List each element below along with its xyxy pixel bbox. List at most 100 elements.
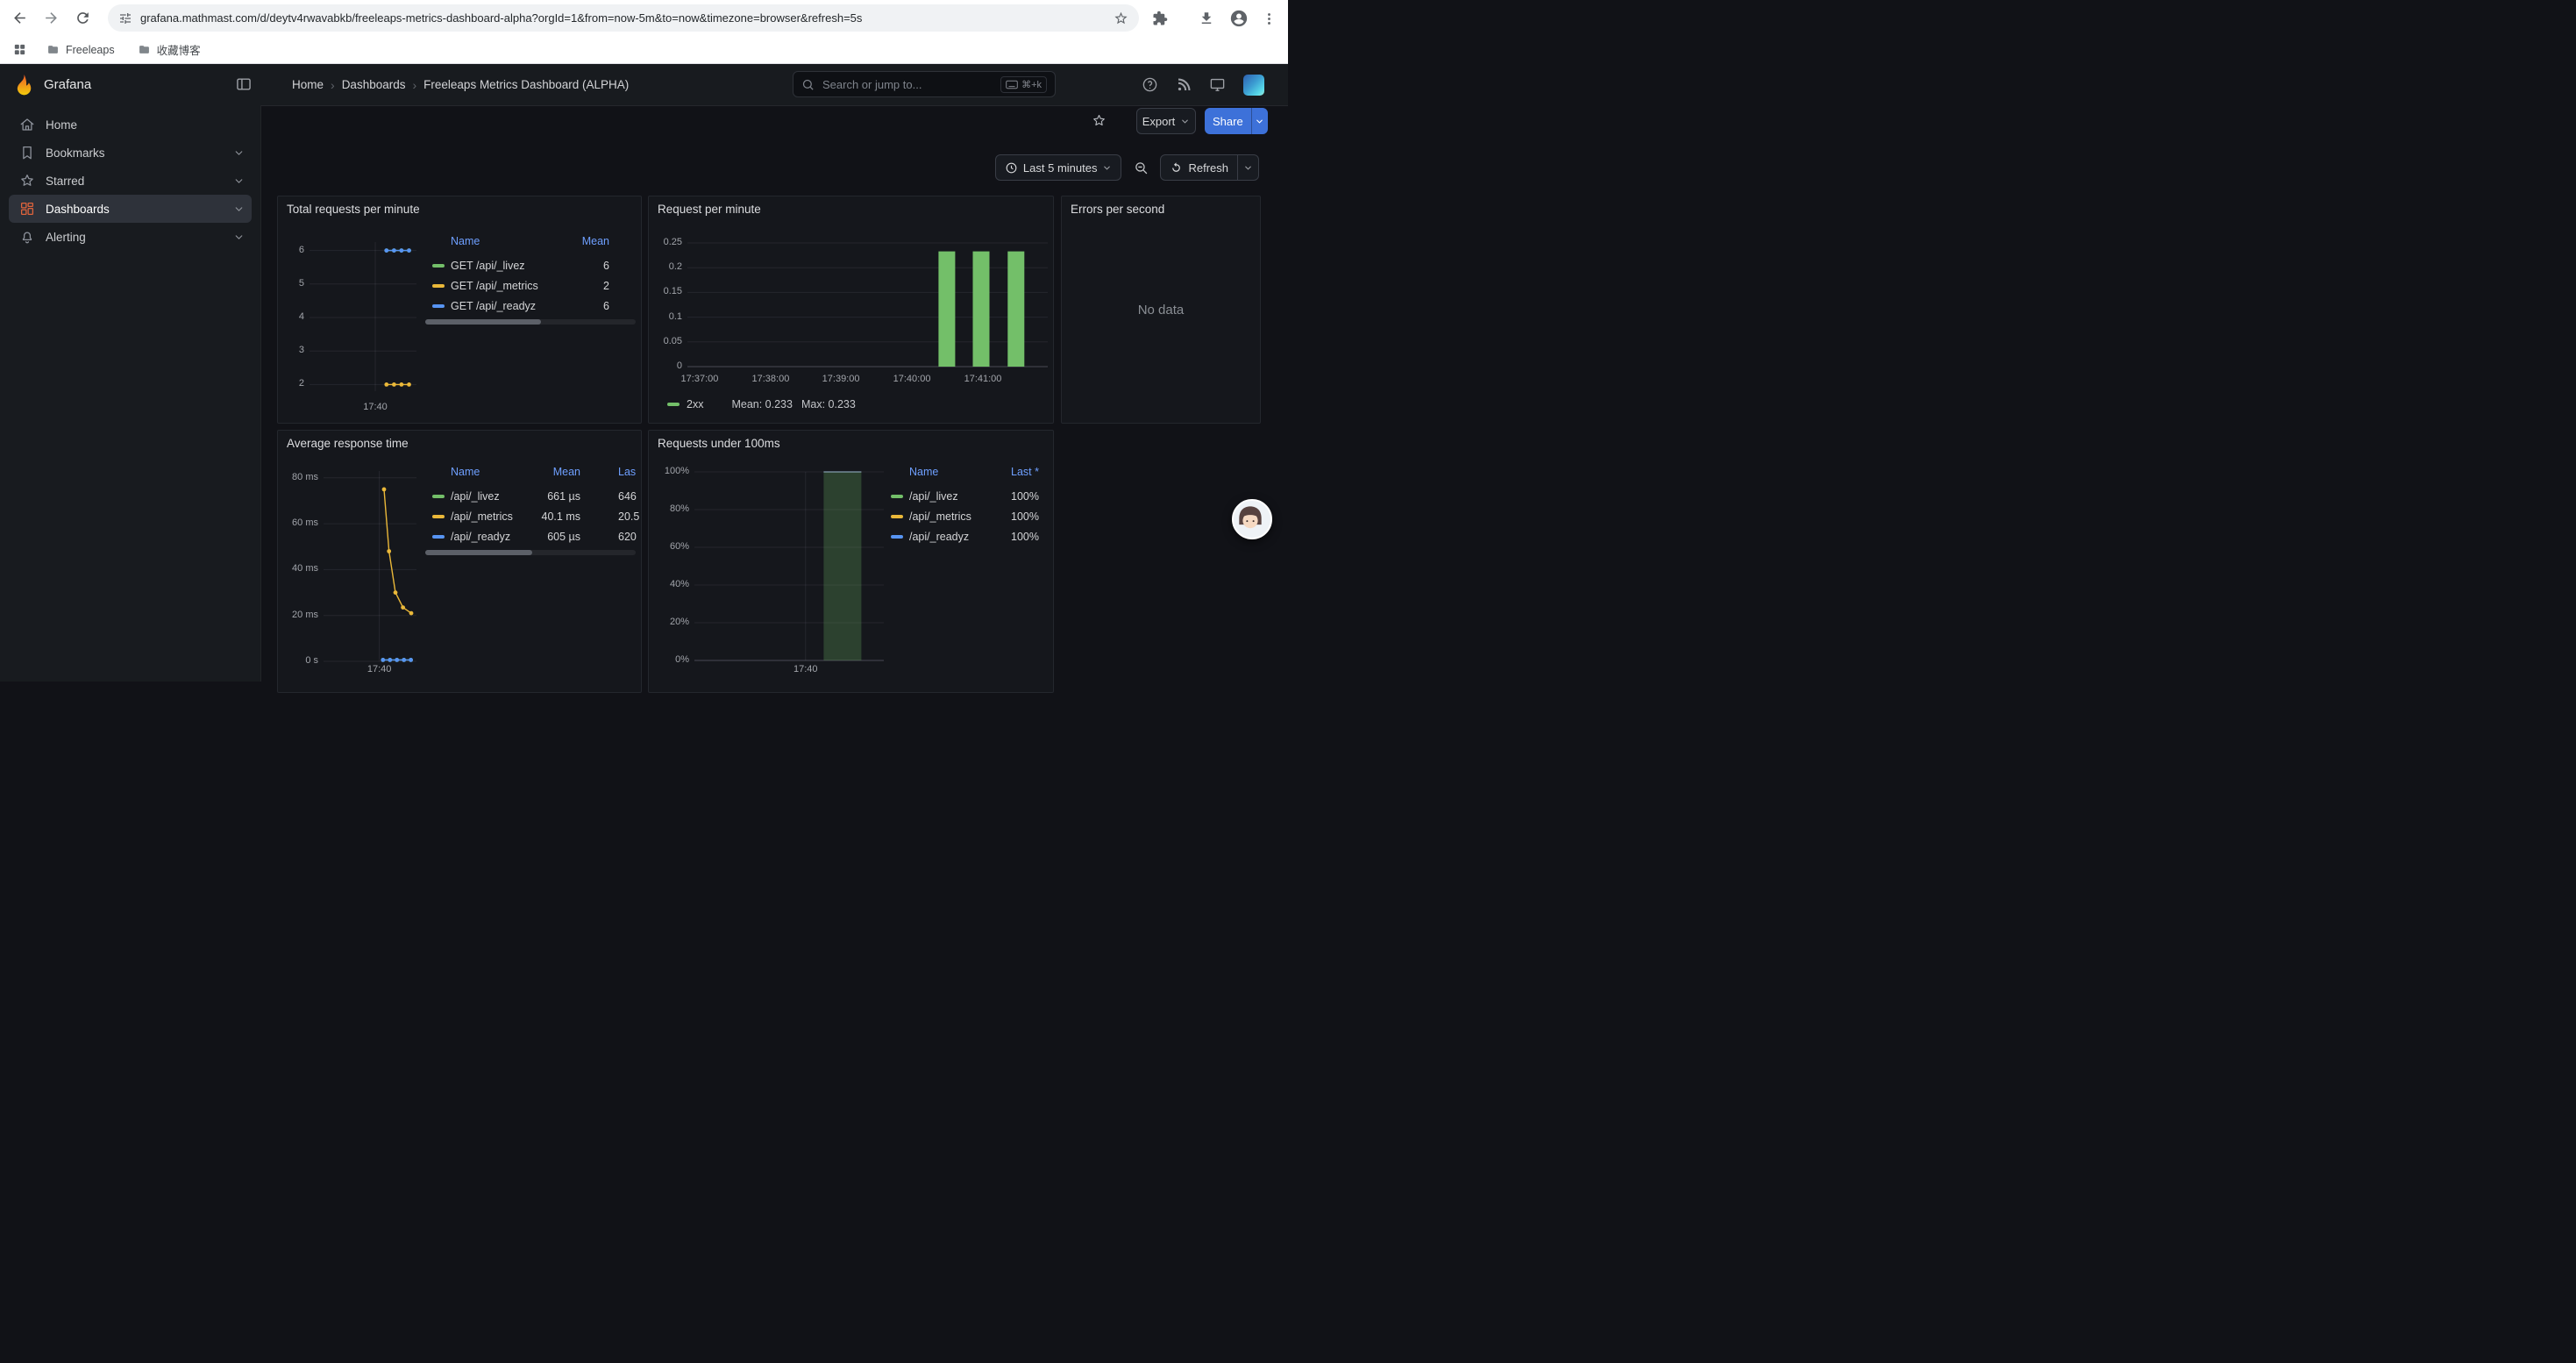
help-icon[interactable] bbox=[1142, 76, 1158, 93]
chevron-down-icon[interactable] bbox=[233, 232, 245, 243]
legend-value[interactable]: 6 bbox=[603, 296, 609, 316]
legend-series-name[interactable]: /api/_livez bbox=[451, 487, 500, 506]
url-bar[interactable]: grafana.mathmast.com/d/deytv4rwavabkb/fr… bbox=[108, 4, 1139, 32]
share-menu-caret[interactable] bbox=[1251, 108, 1268, 134]
floating-assistant-avatar[interactable] bbox=[1232, 499, 1272, 539]
legend-column-header[interactable]: Las bbox=[618, 462, 636, 482]
legend-series-name[interactable]: GET /api/_metrics bbox=[451, 276, 538, 296]
legend-series-name[interactable]: /api/_readyz bbox=[909, 527, 969, 546]
legend-value[interactable]: 20.5 m bbox=[618, 507, 642, 526]
search-box[interactable]: ⌘+k bbox=[793, 71, 1056, 97]
legend-value[interactable]: 6 bbox=[603, 256, 609, 275]
clock-icon bbox=[1005, 161, 1018, 175]
reload-icon bbox=[75, 10, 91, 26]
sidebar-item-label: Alerting bbox=[46, 231, 86, 244]
rss-icon[interactable] bbox=[1176, 77, 1192, 93]
grafana-logo-icon[interactable] bbox=[12, 73, 36, 96]
legend-column-header[interactable]: Mean bbox=[582, 232, 609, 251]
zoom-out-button[interactable] bbox=[1128, 155, 1153, 180]
sidebar-item-dashboards[interactable]: Dashboards bbox=[9, 195, 252, 223]
legend-value[interactable]: 100% bbox=[1011, 527, 1039, 546]
scrollbar-thumb[interactable] bbox=[425, 319, 541, 325]
scrollbar-thumb[interactable] bbox=[425, 550, 532, 555]
sidebar-item-starred[interactable]: Starred bbox=[9, 167, 252, 195]
legend-series-name[interactable]: GET /api/_livez bbox=[451, 256, 525, 275]
browser-menu-kebab-icon[interactable] bbox=[1260, 7, 1277, 30]
legend-value[interactable]: 100% bbox=[1011, 487, 1039, 506]
search-input[interactable] bbox=[821, 77, 994, 92]
panel-title[interactable]: Requests under 100ms bbox=[658, 437, 780, 450]
bookmark-label: Freeleaps bbox=[66, 44, 115, 56]
downloads-icon[interactable] bbox=[1195, 7, 1218, 30]
legend-series-name[interactable]: /api/_metrics bbox=[909, 507, 971, 526]
y-axis-tick-label: 2 bbox=[277, 378, 304, 389]
time-range-picker[interactable]: Last 5 minutes bbox=[995, 154, 1122, 181]
favorite-star-icon[interactable] bbox=[1092, 113, 1107, 128]
chevron-down-icon[interactable] bbox=[233, 175, 245, 187]
y-axis-tick-label: 0.15 bbox=[648, 286, 682, 296]
breadcrumb-item[interactable]: Home bbox=[292, 78, 324, 91]
legend-row: /api/_readyz 100% bbox=[884, 527, 1042, 546]
legend-column-header[interactable]: Name bbox=[451, 232, 480, 251]
legend-value[interactable]: 646 bbox=[618, 487, 637, 506]
share-button[interactable]: Share bbox=[1205, 108, 1251, 134]
sidebar-item-bookmarks[interactable]: Bookmarks bbox=[9, 139, 252, 167]
panel-title[interactable]: Request per minute bbox=[658, 203, 761, 216]
refresh-interval-caret[interactable] bbox=[1237, 155, 1258, 180]
legend-series-name[interactable]: /api/_readyz bbox=[451, 527, 510, 546]
url-text[interactable]: grafana.mathmast.com/d/deytv4rwavabkb/fr… bbox=[140, 11, 1114, 25]
profile-avatar[interactable] bbox=[1228, 7, 1250, 30]
legend-series-name[interactable]: /api/_livez bbox=[909, 487, 958, 506]
legend-value[interactable]: 620 bbox=[618, 527, 637, 546]
legend-column-header[interactable]: Name bbox=[909, 462, 938, 482]
chevron-down-icon[interactable] bbox=[233, 147, 245, 159]
series-color-marker bbox=[432, 535, 445, 539]
user-avatar[interactable] bbox=[1243, 75, 1264, 96]
sidebar-item-home[interactable]: Home bbox=[9, 111, 252, 139]
legend-value[interactable]: 2 bbox=[603, 276, 609, 296]
y-axis-tick-label: 4 bbox=[277, 311, 304, 322]
sidebar-item-alerting[interactable]: Alerting bbox=[9, 223, 252, 251]
legend-column-header[interactable]: Name bbox=[451, 462, 480, 482]
legend-value[interactable]: 100% bbox=[1011, 507, 1039, 526]
bookmark-label: 收藏博客 bbox=[157, 41, 201, 58]
forward-button[interactable] bbox=[39, 6, 63, 30]
legend-row: GET /api/_livez 6 bbox=[425, 256, 636, 275]
site-settings-icon[interactable] bbox=[118, 11, 132, 25]
legend-scrollbar[interactable] bbox=[425, 319, 636, 325]
back-button[interactable] bbox=[8, 6, 32, 30]
legend-series-name[interactable]: /api/_metrics bbox=[451, 507, 513, 526]
breadcrumb-item[interactable]: Dashboards bbox=[342, 78, 406, 91]
legend-column-header[interactable]: Last * bbox=[1011, 462, 1039, 482]
refresh-label[interactable]: Refresh bbox=[1188, 161, 1228, 175]
y-axis-tick-label: 0.2 bbox=[648, 261, 682, 272]
apps-grid-icon[interactable] bbox=[12, 42, 27, 57]
legend-value[interactable]: 40.1 ms bbox=[542, 507, 580, 526]
legend: Name Mean GET /api/_livez 6 GET /api/_metric… bbox=[425, 232, 636, 363]
legend-value[interactable]: 605 µs bbox=[547, 527, 580, 546]
panel-title[interactable]: Average response time bbox=[287, 437, 409, 450]
toggle-sidebar-icon[interactable] bbox=[235, 75, 253, 93]
bookmark-item[interactable]: Freeleaps bbox=[46, 41, 115, 58]
bookmarks-bar: Freeleaps 收藏博客 bbox=[0, 36, 1288, 64]
monitor-icon[interactable] bbox=[1209, 76, 1226, 93]
extensions-icon[interactable] bbox=[1149, 7, 1171, 30]
panel-title[interactable]: Total requests per minute bbox=[287, 203, 420, 216]
export-label: Export bbox=[1142, 115, 1176, 128]
legend-scrollbar[interactable] bbox=[425, 550, 636, 555]
reload-button[interactable] bbox=[71, 6, 95, 30]
bookmark-item[interactable]: 收藏博客 bbox=[138, 41, 201, 58]
legend-column-header[interactable]: Mean bbox=[553, 462, 580, 482]
y-axis-tick-label: 0.05 bbox=[648, 336, 682, 346]
y-axis-tick-label: 80 ms bbox=[280, 472, 318, 482]
panel-title[interactable]: Errors per second bbox=[1071, 203, 1164, 216]
chevron-down-icon[interactable] bbox=[233, 203, 245, 215]
legend-value[interactable]: 661 µs bbox=[547, 487, 580, 506]
legend-series-name[interactable]: GET /api/_readyz bbox=[451, 296, 536, 316]
breadcrumb-item[interactable]: Freeleaps Metrics Dashboard (ALPHA) bbox=[423, 78, 629, 91]
bookmark-star-icon[interactable] bbox=[1114, 11, 1128, 25]
legend-series-name[interactable]: 2xx bbox=[687, 398, 703, 410]
export-button[interactable]: Export bbox=[1136, 108, 1196, 134]
x-axis-tick-label: 17:37:00 bbox=[666, 374, 733, 384]
breadcrumb: Home›Dashboards›Freeleaps Metrics Dashbo… bbox=[292, 64, 629, 105]
